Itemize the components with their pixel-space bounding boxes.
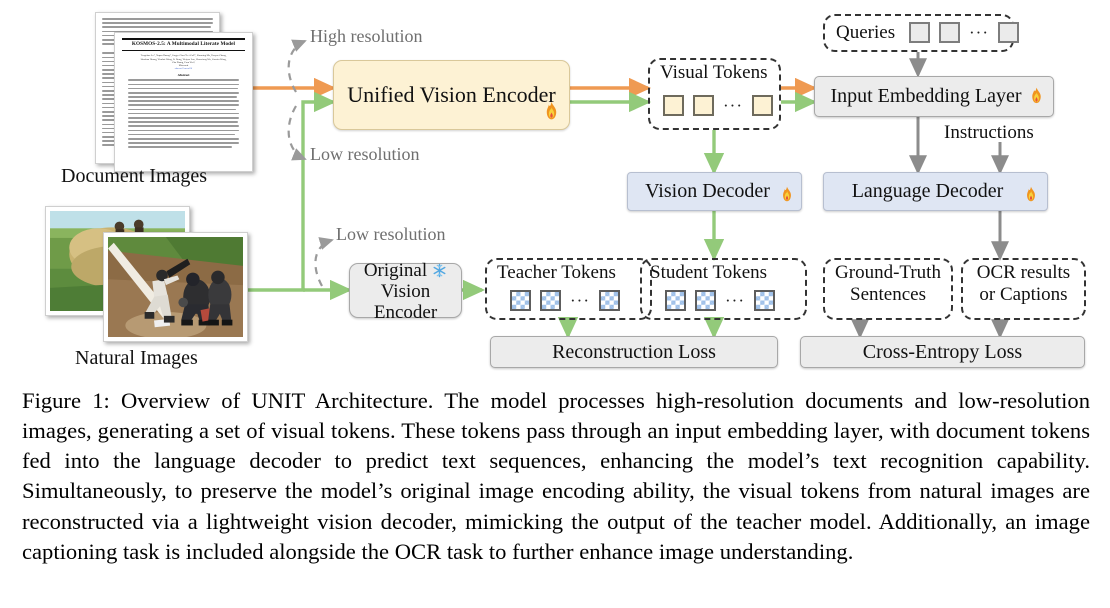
reconstruction-loss-label: Reconstruction Loss bbox=[552, 340, 716, 363]
doc-abstract-heading: Abstract bbox=[177, 73, 190, 78]
language-decoder[interactable]: Language Decoder bbox=[823, 172, 1048, 211]
ocr-results-line-1: OCR results bbox=[976, 262, 1071, 283]
student-tokens-label: Student Tokens bbox=[650, 262, 768, 283]
reconstruction-loss[interactable]: Reconstruction Loss bbox=[490, 336, 778, 368]
unified-vision-encoder-label: Unified Vision Encoder bbox=[347, 81, 556, 107]
cross-entropy-loss[interactable]: Cross-Entropy Loss bbox=[800, 336, 1085, 368]
doc-title: KOSMOS-2.5: A Multimodal Literate Model bbox=[131, 41, 236, 47]
queries-ellipsis: ··· bbox=[969, 23, 989, 42]
input-embedding-layer[interactable]: Input Embedding Layer bbox=[814, 76, 1054, 117]
student-tokens-row: ··· bbox=[665, 290, 775, 311]
input-embedding-layer-label: Input Embedding Layer bbox=[830, 85, 1022, 108]
original-vision-encoder[interactable]: Original Vision Encoder bbox=[349, 260, 462, 323]
figure-root: KOSMOS-2.5: A Multimodal Literate Model … bbox=[0, 0, 1110, 608]
snowflake-icon bbox=[433, 263, 446, 277]
figure-caption: Figure 1: Overview of UNIT Architecture.… bbox=[22, 386, 1090, 567]
language-decoder-label: Language Decoder bbox=[851, 180, 1004, 203]
teacher-token bbox=[598, 290, 620, 311]
visual-token bbox=[663, 95, 684, 116]
unified-vision-encoder[interactable]: Unified Vision Encoder bbox=[333, 60, 570, 130]
doc-abstract-body bbox=[122, 79, 245, 148]
teacher-token bbox=[510, 290, 531, 311]
visual-tokens-label: Visual Tokens bbox=[660, 62, 768, 83]
low-resolution-label-top: Low resolution bbox=[310, 144, 420, 164]
teacher-tokens-ellipsis: ··· bbox=[570, 291, 590, 310]
baseball-scene-art bbox=[108, 237, 243, 339]
fire-icon bbox=[1032, 87, 1041, 104]
ocr-results-text: OCR results or Captions bbox=[961, 262, 1086, 307]
fire-icon bbox=[783, 186, 791, 202]
low-resolution-label-bottom: Low resolution bbox=[336, 224, 446, 244]
natural-images-label: Natural Images bbox=[75, 347, 198, 369]
student-token bbox=[695, 290, 716, 311]
cross-entropy-loss-label: Cross-Entropy Loss bbox=[862, 340, 1023, 363]
student-token bbox=[753, 290, 775, 311]
instructions-label: Instructions bbox=[944, 122, 1034, 143]
visual-tokens-row: ··· bbox=[663, 95, 773, 116]
original-encoder-line-1-wrap: Original bbox=[364, 260, 447, 281]
ocr-results-line-2: or Captions bbox=[979, 284, 1068, 306]
ground-truth-line-1: Ground-Truth bbox=[835, 262, 941, 283]
student-tokens-ellipsis: ··· bbox=[725, 291, 745, 310]
document-image-front: KOSMOS-2.5: A Multimodal Literate Model … bbox=[114, 32, 253, 172]
query-token bbox=[939, 22, 960, 43]
queries-row: ··· bbox=[909, 22, 1019, 43]
student-token bbox=[665, 290, 686, 311]
teacher-tokens-row: ··· bbox=[510, 290, 620, 311]
document-front-content: KOSMOS-2.5: A Multimodal Literate Model … bbox=[115, 33, 252, 171]
queries-label: Queries bbox=[836, 22, 896, 43]
visual-tokens-ellipsis: ··· bbox=[723, 96, 743, 115]
architecture-diagram: KOSMOS-2.5: A Multimodal Literate Model … bbox=[0, 0, 1110, 380]
visual-token bbox=[693, 95, 714, 116]
vision-decoder-label: Vision Decoder bbox=[645, 180, 770, 203]
teacher-token bbox=[540, 290, 561, 311]
fire-icon bbox=[1027, 186, 1035, 202]
doc-rule-under-title bbox=[122, 50, 245, 52]
document-images-label: Document Images bbox=[61, 165, 208, 187]
high-resolution-label: High resolution bbox=[310, 26, 423, 46]
original-vision-encoder-label-1: Original bbox=[363, 259, 428, 281]
fire-icon bbox=[546, 102, 557, 120]
ground-truth-text: Ground-Truth Sentences bbox=[823, 262, 953, 307]
doc-link: aka.ms/GeneralAI bbox=[174, 67, 193, 71]
doc-rule-top bbox=[122, 38, 245, 40]
figure-caption-text: Figure 1: Overview of UNIT Architecture.… bbox=[22, 388, 1090, 564]
natural-image-front bbox=[103, 232, 248, 342]
visual-token bbox=[751, 95, 773, 116]
original-vision-encoder-label-2: Vision Encoder bbox=[373, 280, 438, 324]
teacher-tokens-label: Teacher Tokens bbox=[497, 262, 616, 283]
query-token bbox=[997, 22, 1019, 43]
ground-truth-line-2: Sentences bbox=[850, 284, 926, 306]
vision-decoder[interactable]: Vision Decoder bbox=[627, 172, 802, 211]
query-token bbox=[909, 22, 930, 43]
